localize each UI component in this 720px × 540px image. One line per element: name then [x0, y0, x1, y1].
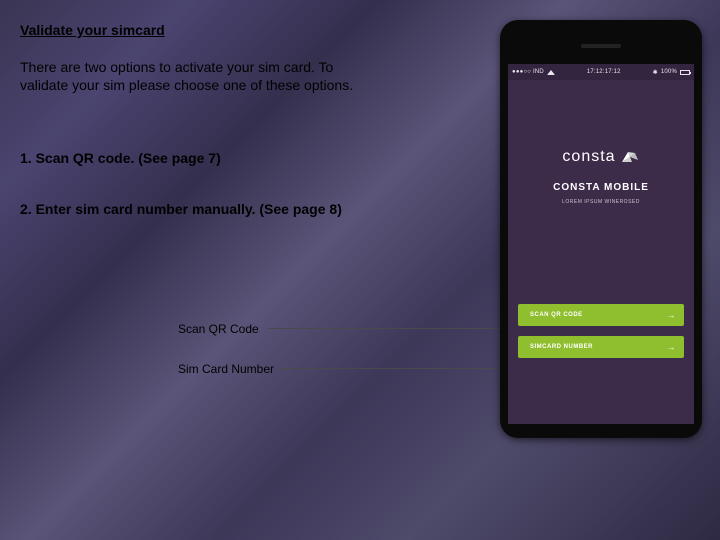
intro-text: There are two options to activate your s… [20, 58, 380, 94]
battery-pct: 100% [661, 69, 677, 75]
arrow-right-icon: → [668, 343, 677, 352]
brand-text: consta [562, 148, 615, 166]
scan-qr-button[interactable]: SCAN QR CODE → [518, 304, 684, 326]
scan-qr-label: SCAN QR CODE [530, 312, 583, 318]
status-time: 17:12:17:12 [587, 69, 621, 75]
arrow-right-icon: → [668, 311, 677, 320]
simcard-number-label: SIMCARD NUMBER [530, 344, 593, 350]
option-1: 1. Scan QR code. (See page 7) [20, 150, 380, 166]
phone-buttons: SCAN QR CODE → SIMCARD NUMBER → [518, 304, 684, 368]
simcard-number-button[interactable]: SIMCARD NUMBER → [518, 336, 684, 358]
phone-speaker [581, 44, 621, 48]
status-left: ●●●○○ IND [512, 69, 555, 75]
wifi-icon [547, 70, 555, 75]
brand-block: consta [508, 148, 694, 166]
status-bar: ●●●○○ IND 17:12:17:12 ✱ 100% [508, 64, 694, 80]
bluetooth-icon: ✱ [653, 69, 658, 76]
sub-brand: CONSTA MOBILE [508, 182, 694, 193]
callout-scan-qr: Scan QR Code [178, 322, 259, 336]
phone-frame: ●●●○○ IND 17:12:17:12 ✱ 100% consta [500, 20, 702, 438]
phone-screen: ●●●○○ IND 17:12:17:12 ✱ 100% consta [508, 64, 694, 424]
brand-origami-icon [620, 150, 640, 164]
callout-sim-number: Sim Card Number [178, 362, 274, 376]
option-2: 2. Enter sim card number manually. (See … [20, 200, 380, 218]
battery-icon [680, 70, 690, 75]
slide-title: Validate your simcard [20, 22, 165, 38]
slide: Validate your simcard There are two opti… [0, 0, 720, 540]
tagline: LOREM IPSUM WINEROSED [508, 199, 694, 205]
status-right: ✱ 100% [653, 69, 690, 76]
carrier-text: ●●●○○ IND [512, 69, 544, 75]
